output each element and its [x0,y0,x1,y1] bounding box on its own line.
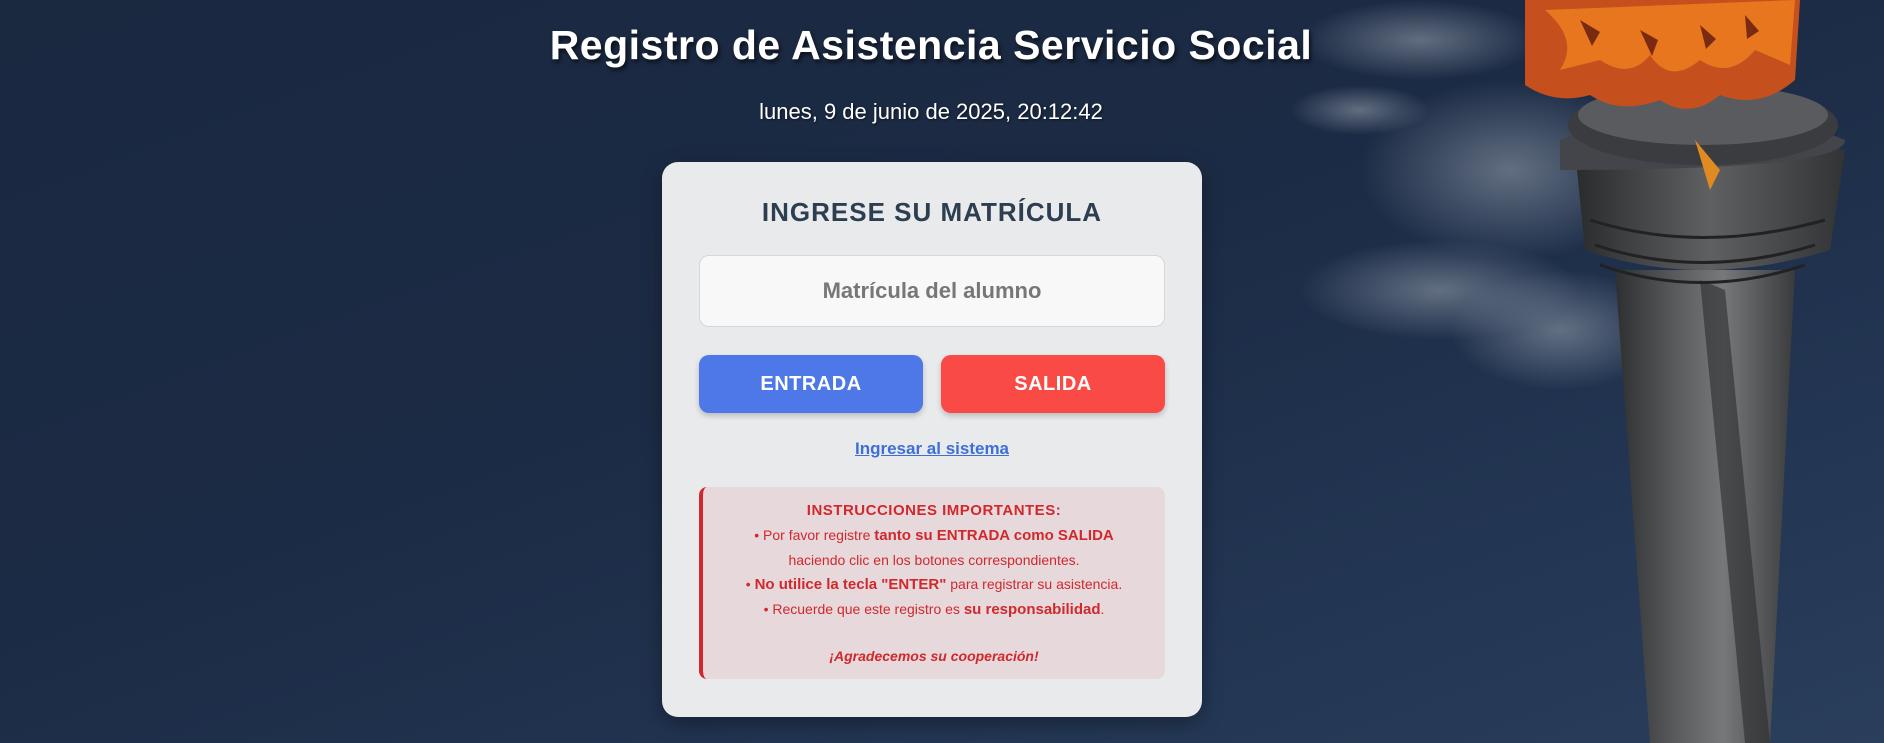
page-title: Registro de Asistencia Servicio Social [549,22,1313,68]
instruction-text: . [1100,601,1105,617]
thanks-message: ¡Agradecemos su cooperación! [829,648,1039,664]
login-link[interactable]: Ingresar al sistema [662,439,1202,459]
card-heading: INGRESE SU MATRÍCULA [761,197,1103,227]
instruction-line-4: • Recuerde que este registro es su respo… [703,597,1165,622]
instructions-title: INSTRUCCIONES IMPORTANTES: [806,502,1062,519]
salida-button[interactable]: SALIDA [941,355,1165,413]
instruction-line-1: • Por favor registre tanto su ENTRADA co… [703,523,1165,548]
instruction-text: • Recuerde que este registro es [763,601,964,617]
instruction-line-3: • No utilice la tecla "ENTER" para regis… [703,572,1165,597]
instruction-line-2: haciendo clic en los botones correspondi… [788,552,1080,568]
instruction-emphasis: tanto su ENTRADA como SALIDA [874,527,1114,544]
instruction-text: • Por favor registre [754,527,875,543]
instruction-emphasis: su responsabilidad [963,601,1101,618]
student-id-input[interactable] [699,255,1165,327]
page-content: Registro de Asistencia Servicio Social l… [0,0,1884,743]
instruction-text: para registrar su asistencia. [946,576,1123,592]
instruction-emphasis: No utilice la tecla "ENTER" [754,576,947,593]
instruction-text: • [745,576,755,592]
entrada-button[interactable]: ENTRADA [699,355,923,413]
current-datetime: lunes, 9 de junio de 2025, 20:12:42 [759,99,1103,124]
attendance-card: INGRESE SU MATRÍCULA ENTRADA SALIDA Ingr… [662,162,1202,717]
instructions-notice: INSTRUCCIONES IMPORTANTES: • Por favor r… [699,487,1165,679]
